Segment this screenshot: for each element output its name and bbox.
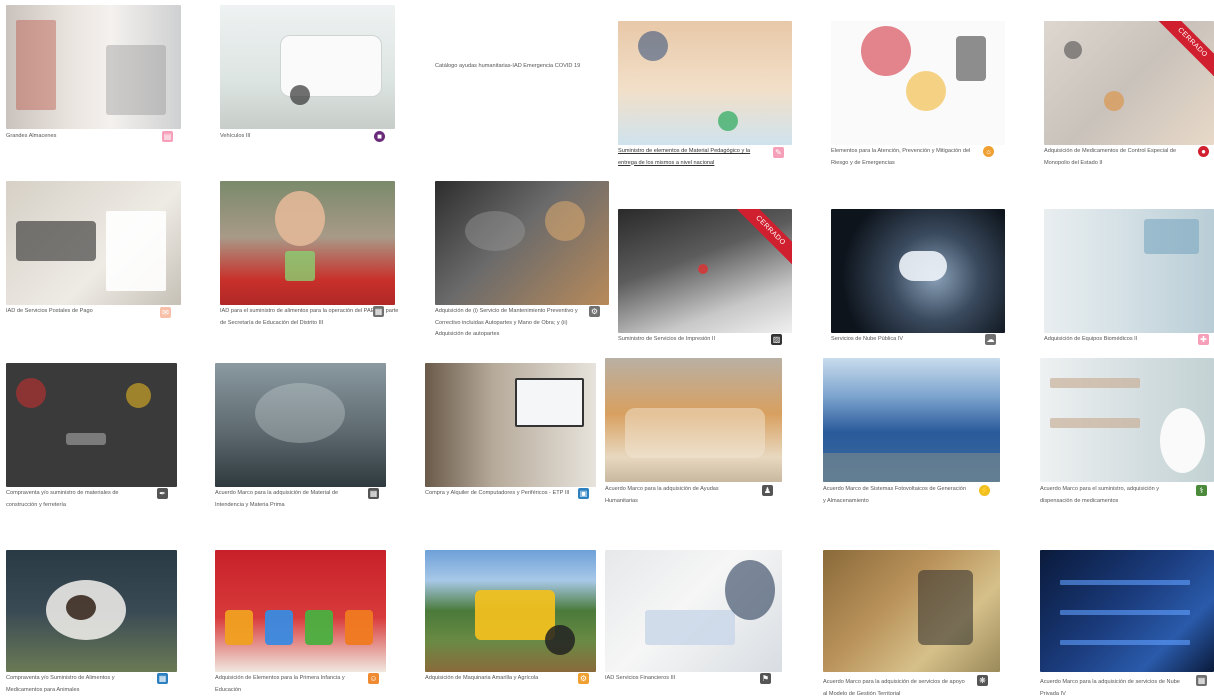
thumbnail-computadores[interactable] xyxy=(425,363,596,487)
card-caption[interactable]: Adquisición de (i) Servicio de Mantenimi… xyxy=(435,306,585,341)
bank-icon: ⚑ xyxy=(760,673,771,684)
thumbnail-vehiculos[interactable] xyxy=(220,5,395,129)
network-icon: ❋ xyxy=(977,675,988,686)
thumbnail-grandes-almacenes[interactable] xyxy=(6,5,181,129)
medical-case-icon: ✚ xyxy=(1198,334,1209,345)
printer-icon: ▨ xyxy=(771,334,782,345)
child-icon: ☺ xyxy=(368,673,379,684)
pencil-icon: ✎ xyxy=(773,147,784,158)
thumbnail-elementos-emergencias[interactable] xyxy=(831,21,1005,145)
card-caption[interactable]: Elementos para la Atención, Prevención y… xyxy=(831,146,971,169)
card-caption[interactable]: Adquisición de Medicamentos de Control E… xyxy=(1044,146,1189,169)
card-caption[interactable]: IAD Servicios Financieros III xyxy=(605,673,745,685)
card-caption[interactable]: Adquisición de Equipos Biomédicos II xyxy=(1044,334,1184,346)
thumbnail-servicios-impresion[interactable]: CERRADO xyxy=(618,209,792,333)
cloud-lock-icon: ☁ xyxy=(985,334,996,345)
thumbnail-materiales-construccion[interactable] xyxy=(6,363,177,487)
card-caption[interactable]: Acuerdo Marco de Sistemas Fotovoltaicos … xyxy=(823,484,968,507)
card-caption[interactable]: Servicios de Nube Pública IV xyxy=(831,334,971,346)
server-icon: ▦ xyxy=(1196,675,1207,686)
car-icon: ■ xyxy=(374,131,385,142)
card-caption[interactable]: Suministro de elementos de Material Peda… xyxy=(618,146,768,169)
people-icon: ♟ xyxy=(762,485,773,496)
thumbnail-mantenimiento-autopartes[interactable] xyxy=(435,181,609,305)
thumbnail-nube-publica[interactable] xyxy=(831,209,1005,333)
thumbnail-maquinaria-amarilla[interactable] xyxy=(425,550,596,672)
building-icon: ▦ xyxy=(368,488,379,499)
solar-bolt-icon: ⚡ xyxy=(979,485,990,496)
thumbnail-material-pedagogico[interactable] xyxy=(618,21,792,145)
animal-feed-icon: ▦ xyxy=(157,673,168,684)
card-caption[interactable]: Compra y Alquiler de Computadores y Peri… xyxy=(425,488,570,500)
card-caption[interactable]: Adquisición de Maquinaria Amarilla y Agr… xyxy=(425,673,570,685)
lunchbox-icon: ▦ xyxy=(373,306,384,317)
thumbnail-nube-privada[interactable] xyxy=(1040,550,1214,672)
pill-icon: ● xyxy=(1198,146,1209,157)
thumbnail-servicios-financieros[interactable] xyxy=(605,550,782,672)
thumbnail-material-intendencia[interactable] xyxy=(215,363,386,487)
tractor-icon: ⚙ xyxy=(578,673,589,684)
card-caption[interactable]: Acuerdo Marco para el suministro, adquis… xyxy=(1040,484,1185,507)
thumbnail-medicamentos-control[interactable]: CERRADO xyxy=(1044,21,1214,145)
warning-sun-icon: ☼ xyxy=(983,146,994,157)
thumbnail-sistemas-fotovoltaicos[interactable] xyxy=(823,358,1000,482)
thumbnail-servicios-postales[interactable] xyxy=(6,181,181,305)
thumbnail-gestion-territorial[interactable] xyxy=(823,550,1000,672)
thumbnail-pae-alimentos[interactable] xyxy=(220,181,395,305)
thumbnail-alimentos-animales[interactable] xyxy=(6,550,177,672)
shopping-bag-icon: ▤ xyxy=(162,131,173,142)
card-caption[interactable]: Acuerdo Marco para la adquisición de Ayu… xyxy=(605,484,745,507)
card-caption[interactable]: Suministro de Servicios de Impresión II xyxy=(618,334,758,346)
card-caption[interactable]: Acuerdo Marco para la adquisición de Mat… xyxy=(215,488,365,511)
thumbnail-dispensacion-medicamentos[interactable] xyxy=(1040,358,1214,482)
card-caption[interactable]: Compraventa y/o Suministro de Alimentos … xyxy=(6,673,146,696)
pharmacist-icon: ⚕ xyxy=(1196,485,1207,496)
card-caption[interactable]: Grandes Almacenes xyxy=(6,131,146,143)
card-caption[interactable]: Acuerdo Marco para la adquisición de ser… xyxy=(823,677,968,700)
card-caption[interactable]: Acuerdo Marco para la adquisición de ser… xyxy=(1040,677,1180,700)
thumbnail-ayudas-humanitarias[interactable] xyxy=(605,358,782,482)
computer-icon: ▣ xyxy=(578,488,589,499)
thumbnail-primera-infancia[interactable] xyxy=(215,550,386,672)
envelope-icon: ✉ xyxy=(160,307,171,318)
card-caption[interactable]: Adquisición de Elementos para la Primera… xyxy=(215,673,350,696)
thumbnail-equipos-biomedicos[interactable] xyxy=(1044,209,1214,333)
hammer-icon: ✒ xyxy=(157,488,168,499)
card-caption[interactable]: IAD de Servicios Postales de Pago xyxy=(6,306,146,318)
card-caption[interactable]: Catálogo ayudas humanitarias-IAD Emergen… xyxy=(435,63,615,69)
engine-icon: ⚙ xyxy=(589,306,600,317)
card-caption[interactable]: Compraventa y/o suministro de materiales… xyxy=(6,488,151,511)
card-caption[interactable]: Vehículos III xyxy=(220,131,360,143)
